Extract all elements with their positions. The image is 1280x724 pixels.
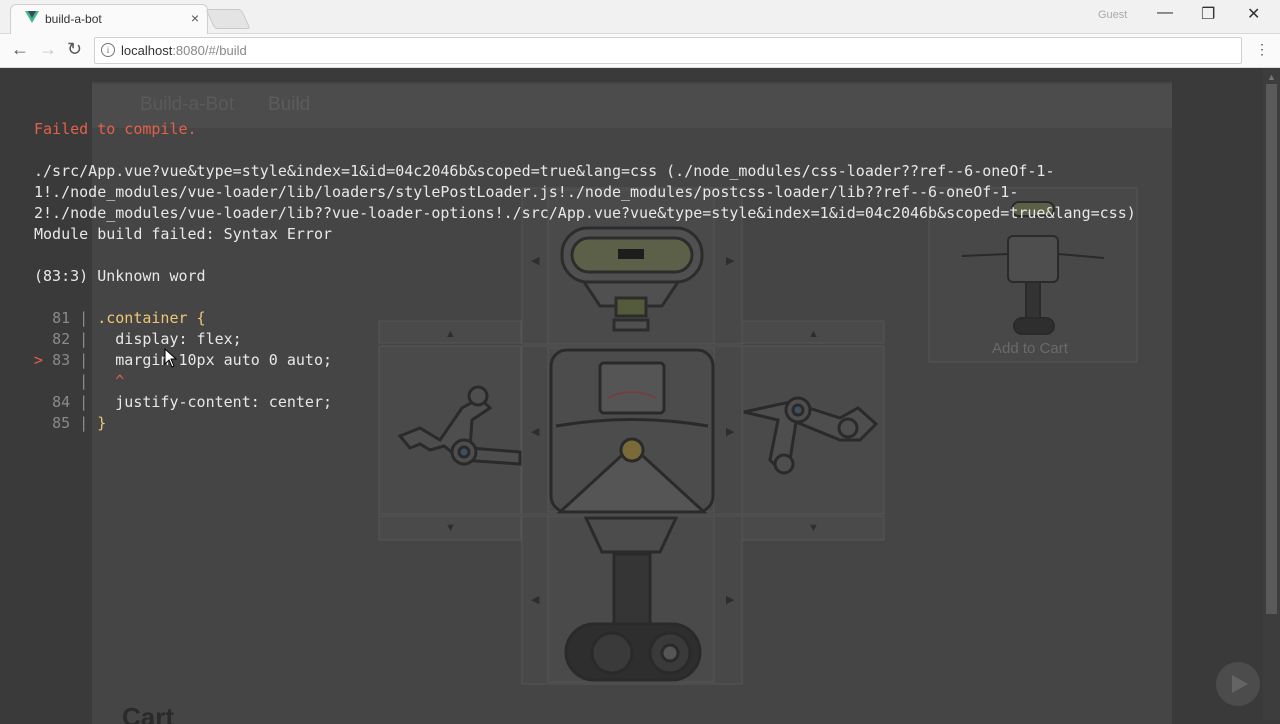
address-bar[interactable]: i localhost:8080/#/build xyxy=(94,37,1242,64)
error-path-line-1: ./src/App.vue?vue&type=style&index=1&id=… xyxy=(34,162,1055,180)
minimize-icon[interactable]: — xyxy=(1157,4,1173,22)
cart-heading: Cart xyxy=(122,702,175,724)
profile-guest-label[interactable]: Guest xyxy=(1098,9,1127,21)
svg-text:▶: ▶ xyxy=(726,594,735,606)
error-location: (83:3) Unknown word xyxy=(34,267,206,285)
code-frame-line: 85 | } xyxy=(52,414,107,432)
error-path-line-2: 1!./node_modules/vue-loader/lib/loaders/… xyxy=(34,183,1019,201)
code-frame-line-error: > 83 | margin 10px auto 0 auto; xyxy=(34,351,333,369)
info-icon[interactable]: i xyxy=(101,43,115,57)
back-arrow-icon[interactable]: ← xyxy=(11,39,29,60)
video-play-badge-icon xyxy=(1216,662,1260,706)
code-frame-line: 84 | justify-content: center; xyxy=(52,393,333,411)
page-scrollbar[interactable]: ▲ xyxy=(1263,68,1280,720)
svg-text:◀: ◀ xyxy=(531,594,540,606)
scroll-up-arrow-icon[interactable]: ▲ xyxy=(1267,72,1276,82)
browser-tab[interactable]: build-a-bot × xyxy=(10,4,208,34)
browser-menu-icon[interactable]: ⋮ xyxy=(1255,41,1269,58)
error-title: Failed to compile. xyxy=(34,120,197,138)
url-path: :8080/#/build xyxy=(172,43,247,58)
page-viewport: Build-a-Bot Build ◀ ▶ ▲ ▲ ▼ ▼ ◀ ▶ ◀ ▶ Ad… xyxy=(0,68,1280,724)
forward-arrow-icon[interactable]: → xyxy=(39,39,57,60)
compile-error-overlay: Failed to compile. ./src/App.vue?vue&typ… xyxy=(34,98,1136,476)
vue-logo-icon xyxy=(25,11,39,23)
error-summary: Module build failed: Syntax Error xyxy=(34,225,333,243)
url-text[interactable]: localhost:8080/#/build xyxy=(121,43,247,58)
browser-toolbar: ← → ↻ i localhost:8080/#/build ⋮ xyxy=(0,34,1280,68)
svg-text:▼: ▼ xyxy=(808,522,819,534)
scrollbar-thumb[interactable] xyxy=(1266,84,1277,614)
url-host: localhost xyxy=(121,43,173,58)
tab-close-icon[interactable]: × xyxy=(191,10,199,26)
code-frame-line: 82 | display: flex; xyxy=(52,330,242,348)
new-tab-button[interactable] xyxy=(205,9,251,29)
tab-title: build-a-bot xyxy=(45,12,102,26)
reload-icon[interactable]: ↻ xyxy=(67,39,82,60)
code-frame-caret-line: | ^ xyxy=(79,372,125,390)
close-window-icon[interactable]: ✕ xyxy=(1247,4,1260,24)
svg-text:▼: ▼ xyxy=(445,522,456,534)
browser-titlebar: build-a-bot × Guest — ❐ ✕ xyxy=(0,0,1280,34)
mouse-cursor-icon xyxy=(164,348,178,368)
error-path-line-3: 2!./node_modules/vue-loader/lib??vue-loa… xyxy=(34,204,1136,222)
maximize-icon[interactable]: ❐ xyxy=(1201,4,1215,24)
code-frame-line: 81 | .container { xyxy=(52,309,206,327)
